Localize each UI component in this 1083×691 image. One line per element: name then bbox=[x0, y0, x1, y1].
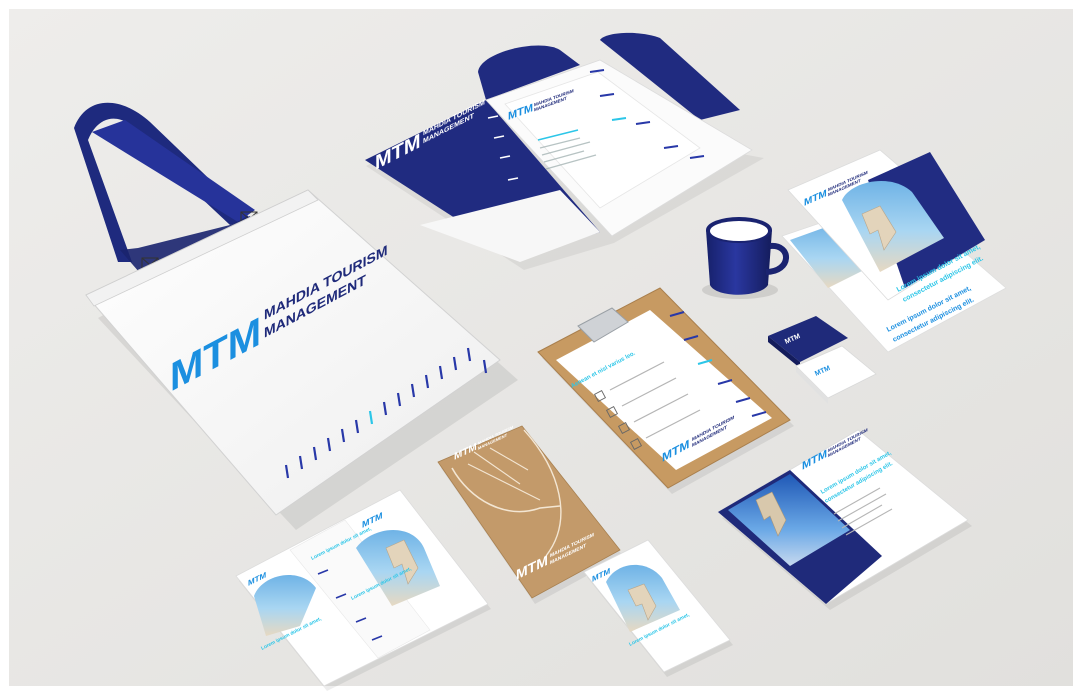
stationery-mockup-scene: MTM MAHDIA TOURISM MANAGEMENT MTM MAHDIA… bbox=[0, 0, 1083, 691]
mockup-svg: MTM MAHDIA TOURISM MANAGEMENT MTM MAHDIA… bbox=[0, 0, 1083, 691]
mug-interior bbox=[710, 221, 768, 241]
